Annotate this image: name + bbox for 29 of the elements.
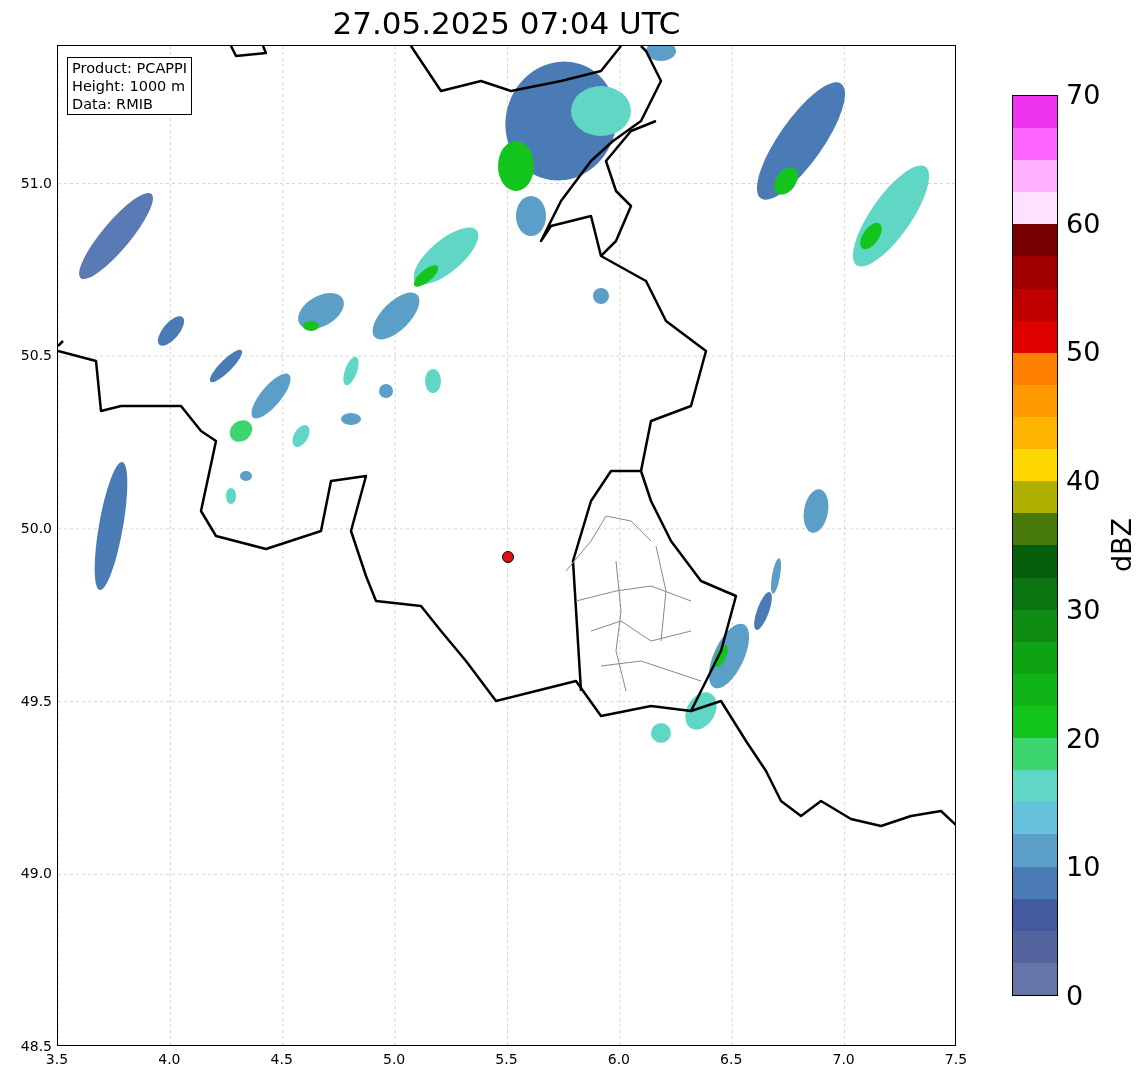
colorbar-tick-label: 30 (1066, 593, 1101, 626)
colorbar-tick-label: 50 (1066, 336, 1101, 369)
chart-title: 27.05.2025 07:04 UTC (331, 4, 682, 43)
x-tick-label: 5.0 (383, 1050, 406, 1068)
y-tick-label: 50.5 (20, 346, 52, 365)
x-tick-label: 6.0 (607, 1050, 630, 1068)
x-tick-label: 4.0 (158, 1050, 181, 1068)
y-tick-label: 48.5 (20, 1037, 52, 1054)
x-tick-label: 4.5 (270, 1050, 293, 1068)
y-tick-label: 49.0 (20, 864, 52, 883)
colorbar-tick-label: 40 (1066, 465, 1101, 498)
colorbar-tick-label: 0 (1066, 980, 1084, 1012)
x-tick-label: 5.5 (495, 1050, 518, 1068)
colorbar-label: dBZ (1106, 517, 1138, 573)
info-text: Product: PCAPPI (72, 59, 188, 77)
colorbar-tick-label: 20 (1066, 722, 1101, 755)
colorbar-tick-label: 70 (1066, 79, 1101, 111)
x-tick-label: 7.5 (944, 1050, 968, 1068)
x-tick-label: 6.5 (720, 1050, 743, 1068)
colorbar-tick-label: 10 (1066, 851, 1101, 884)
y-tick-label: 49.5 (20, 691, 52, 710)
y-tick-label: 50.0 (20, 518, 52, 537)
colorbar-tick-label: 60 (1066, 207, 1101, 240)
info-text: Height: 1000 m (72, 77, 187, 95)
info-text: Data: RMIB (72, 95, 154, 113)
radar-site-marker (502, 551, 514, 563)
x-tick-label: 3.5 (45, 1051, 69, 1068)
x-tick-label: 7.0 (832, 1050, 855, 1068)
y-tick-label: 51.0 (20, 173, 52, 192)
